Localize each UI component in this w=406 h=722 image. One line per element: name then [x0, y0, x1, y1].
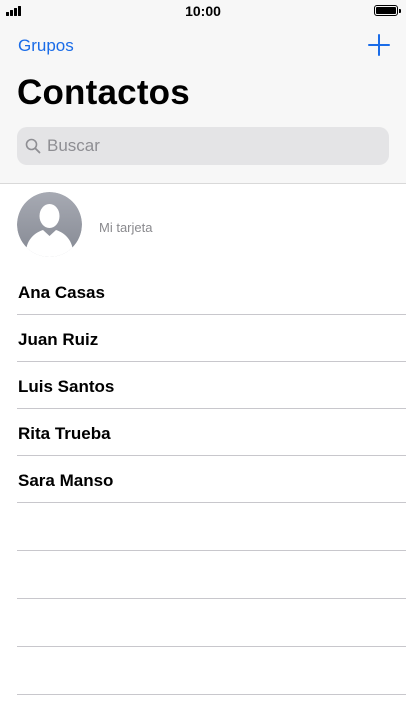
search-input[interactable] — [47, 136, 367, 156]
my-card[interactable]: Mi tarjeta — [0, 183, 406, 266]
status-time: 10:00 — [185, 3, 221, 19]
plus-icon — [368, 34, 390, 56]
contact-row[interactable]: Luis Santos — [17, 362, 406, 409]
contact-row[interactable]: Sara Manso — [17, 456, 406, 503]
contact-list: Ana Casas Juan Ruiz Luis Santos Rita Tru… — [0, 268, 406, 695]
contact-name: Ana Casas — [18, 283, 105, 302]
contact-row[interactable]: Rita Trueba — [17, 409, 406, 456]
person-silhouette-icon — [17, 192, 82, 257]
battery-icon — [374, 5, 401, 16]
contact-name: Luis Santos — [18, 377, 115, 396]
groups-button[interactable]: Grupos — [18, 36, 74, 56]
empty-row-divider — [17, 551, 406, 599]
add-contact-button[interactable] — [367, 33, 391, 57]
search-bar[interactable] — [17, 127, 389, 165]
empty-row-divider — [17, 599, 406, 647]
header-area: 10:00 Grupos Contactos — [0, 0, 406, 184]
contact-name: Sara Manso — [18, 471, 114, 490]
empty-row-divider — [17, 503, 406, 551]
search-icon — [25, 138, 41, 154]
empty-row-divider — [17, 647, 406, 695]
avatar — [17, 192, 82, 257]
status-bar: 10:00 — [0, 0, 406, 22]
contact-name: Juan Ruiz — [18, 330, 99, 349]
contact-row[interactable]: Ana Casas — [17, 268, 406, 315]
my-card-label: Mi tarjeta — [99, 220, 153, 235]
contact-row[interactable]: Juan Ruiz — [17, 315, 406, 362]
contact-name: Rita Trueba — [18, 424, 111, 443]
page-title: Contactos — [17, 73, 190, 112]
